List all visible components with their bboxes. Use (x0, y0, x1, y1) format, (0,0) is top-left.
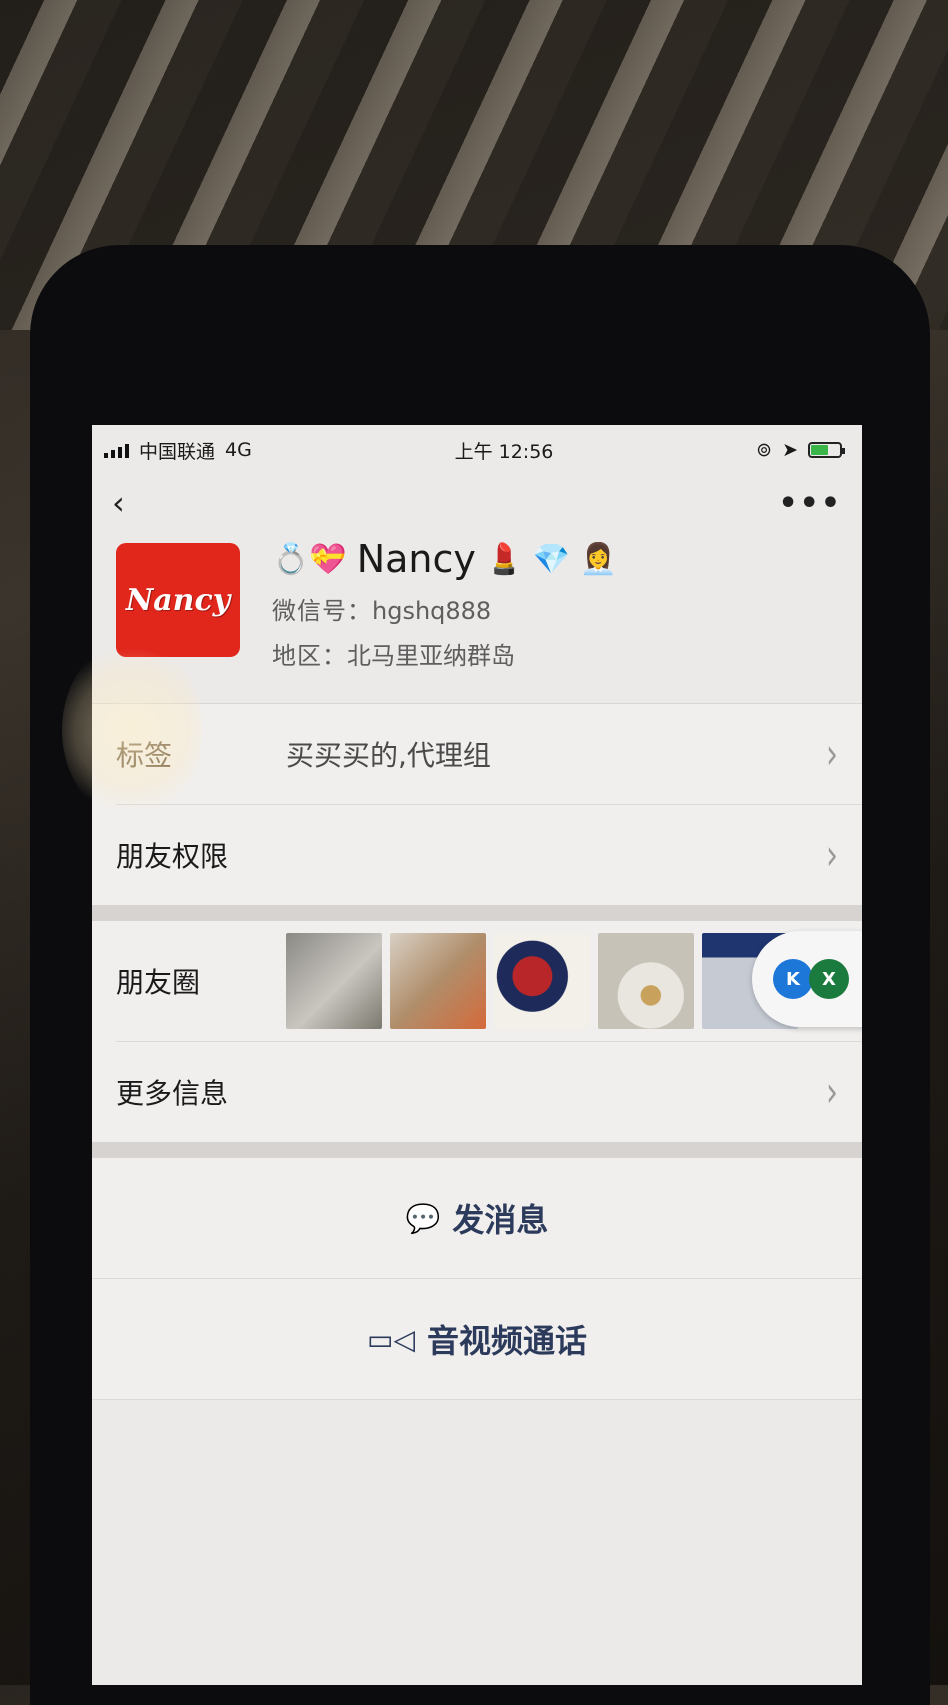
phone-screen: 中国联通 4G 上午 12:56 ⊚ ➤ ‹ ••• Nancy 💍💝 Nanc… (92, 425, 862, 1685)
chevron-right-icon: › (826, 830, 838, 880)
status-bar: 中国联通 4G 上午 12:56 ⊚ ➤ (92, 425, 862, 475)
section-divider (92, 905, 862, 921)
floating-app-switcher[interactable]: K X (752, 931, 862, 1027)
nav-bar: ‹ ••• (92, 475, 862, 531)
profile-header: Nancy 💍💝 Nancy 💄 💎 👩‍💼 微信号：hgshq888 地区：北… (92, 531, 862, 704)
signal-icon (104, 442, 129, 458)
friend-permissions-row[interactable]: 朋友权限 › (116, 805, 862, 905)
moment-thumbnail (494, 933, 590, 1029)
more-options-button[interactable]: ••• (778, 486, 842, 521)
tags-value: 买买买的,代理组 (286, 739, 491, 772)
section-divider (92, 1142, 862, 1158)
name-prefix-emoji: 💍💝 (272, 541, 347, 577)
floating-app-x-icon: X (809, 959, 849, 999)
network-type: 4G (225, 439, 252, 461)
moments-label: 朋友圈 (116, 966, 201, 999)
moment-thumbnail (390, 933, 486, 1029)
profile-info: 💍💝 Nancy 💄 💎 👩‍💼 微信号：hgshq888 地区：北马里亚纳群岛 (272, 537, 617, 671)
video-call-label: 音视频通话 (426, 1322, 587, 1360)
tags-row[interactable]: 标签 买买买的,代理组 › (116, 704, 862, 805)
region-line: 地区：北马里亚纳群岛 (272, 636, 617, 671)
chat-bubble-icon: 💬 (405, 1201, 441, 1235)
rotation-lock-icon: ⊚ (756, 439, 773, 461)
wechat-id-line: 微信号：hgshq888 (272, 591, 617, 626)
floating-app-k-icon: K (773, 959, 813, 999)
video-camera-icon: ▭◁ (366, 1322, 415, 1356)
status-left: 中国联通 4G (104, 437, 252, 464)
avatar[interactable]: Nancy (116, 543, 240, 657)
wechat-id-label: 微信号： (272, 597, 372, 625)
video-call-button[interactable]: ▭◁ 音视频通话 (92, 1279, 862, 1400)
name-suffix-emoji: 💄 💎 👩‍💼 (485, 541, 618, 577)
status-time: 上午 12:56 (454, 440, 554, 463)
moments-row[interactable]: 朋友圈 K X (116, 921, 862, 1042)
display-name-line: 💍💝 Nancy 💄 💎 👩‍💼 (272, 537, 617, 581)
battery-icon (808, 442, 845, 458)
more-info-label: 更多信息 (116, 1077, 229, 1110)
more-info-row[interactable]: 更多信息 › (116, 1042, 862, 1142)
status-right: ⊚ ➤ (756, 439, 845, 461)
friend-permissions-label: 朋友权限 (116, 840, 229, 873)
region-label: 地区： (272, 642, 347, 670)
location-icon: ➤ (782, 439, 798, 461)
moments-section: 朋友圈 K X 更多信息 › (92, 921, 862, 1142)
chevron-right-icon: › (826, 1067, 838, 1117)
send-message-label: 发消息 (452, 1201, 549, 1239)
settings-section: 标签 买买买的,代理组 › 朋友权限 › (92, 704, 862, 905)
wechat-id-value: hgshq888 (372, 597, 492, 625)
moment-thumbnail (286, 933, 382, 1029)
send-message-button[interactable]: 💬 发消息 (92, 1158, 862, 1279)
display-name: Nancy (356, 537, 476, 581)
back-button[interactable]: ‹ (112, 484, 125, 522)
moment-thumbnail (598, 933, 694, 1029)
region-value: 北马里亚纳群岛 (347, 642, 515, 670)
tags-label: 标签 (116, 739, 173, 772)
chevron-right-icon: › (826, 729, 838, 779)
carrier-name: 中国联通 (139, 440, 216, 463)
avatar-logo-text: Nancy (125, 582, 231, 618)
